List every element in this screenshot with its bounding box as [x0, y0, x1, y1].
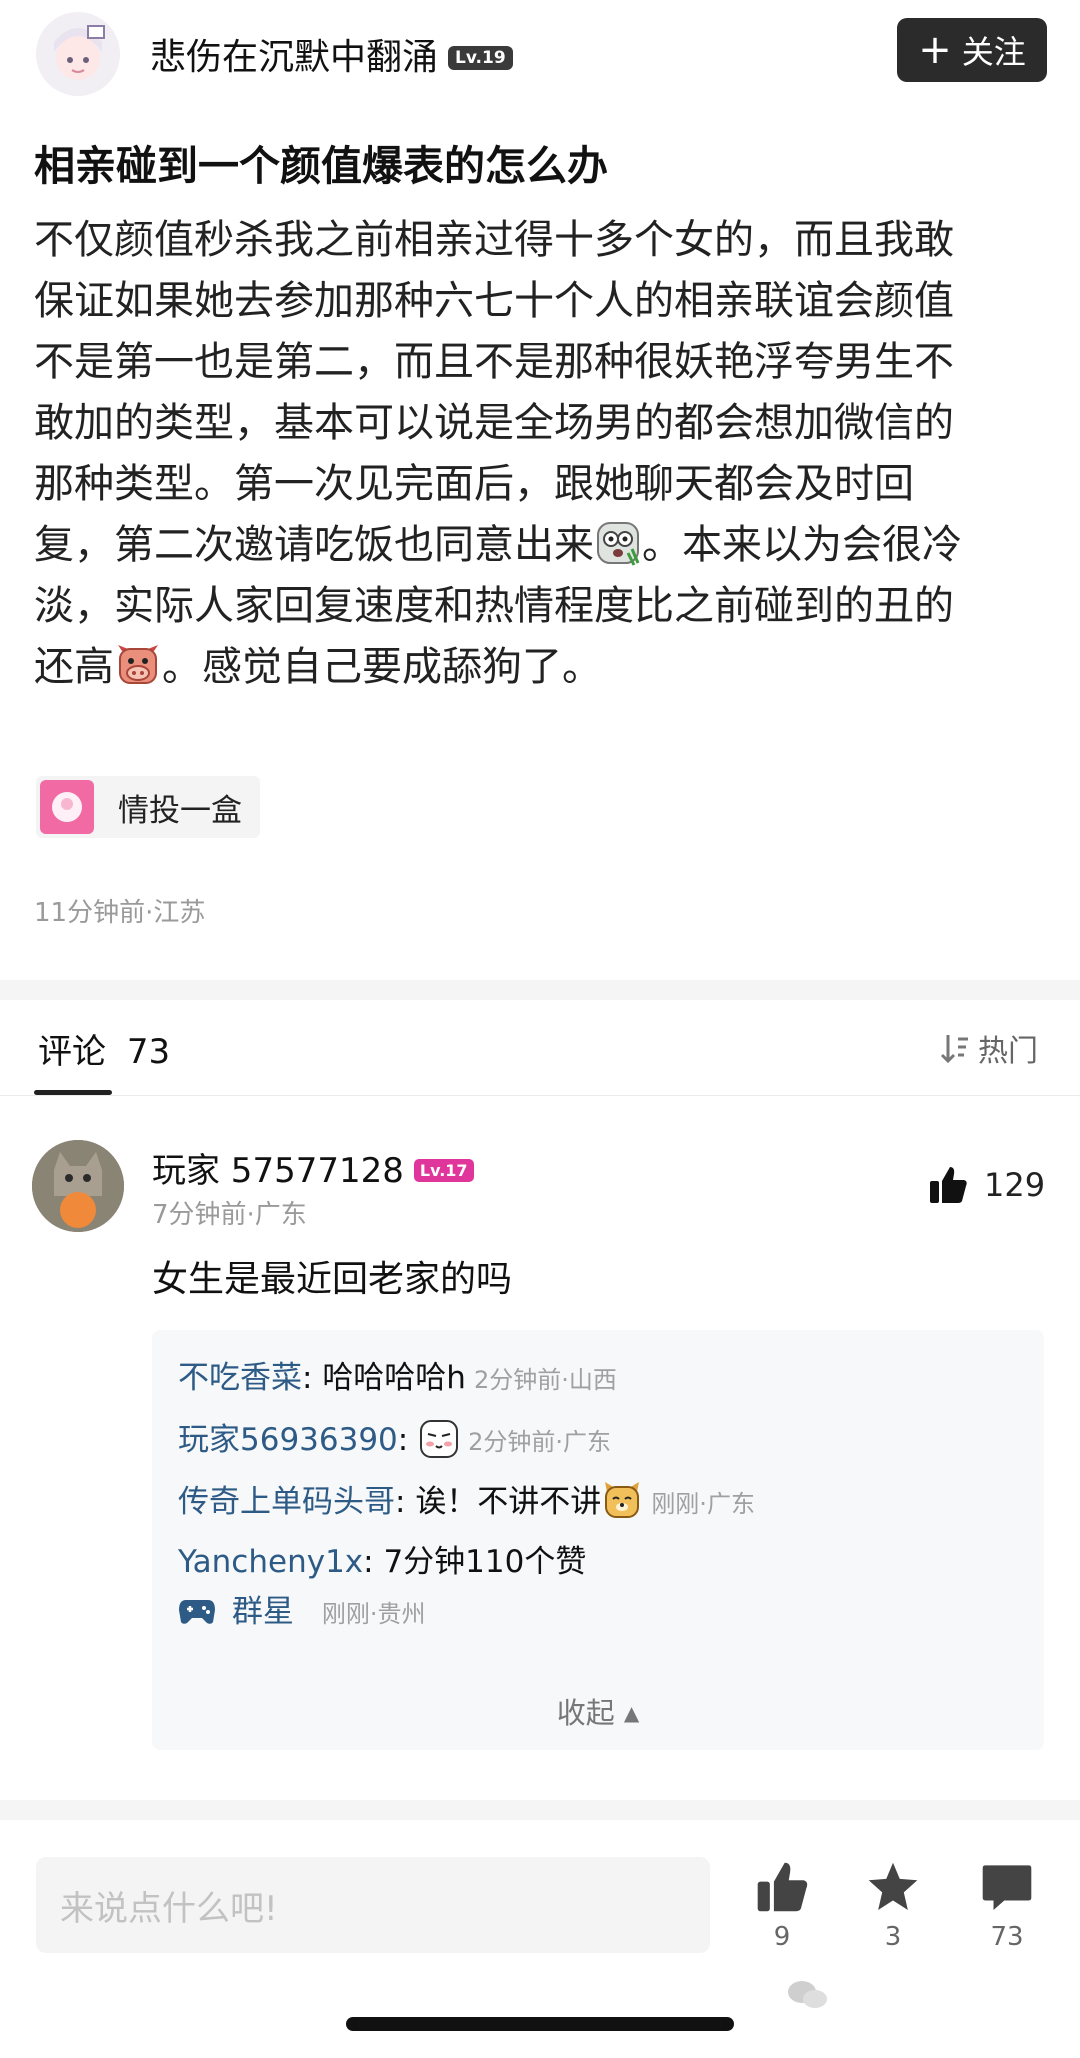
cow-face-emoji-icon [118, 645, 158, 684]
commenter-level-badge: Lv.17 [413, 1159, 474, 1182]
author-name[interactable]: 悲伤在沉默中翻涌 [150, 37, 438, 78]
post-line: 不是第一也是第二，而且不是那种很妖艳浮夸男生不 [34, 339, 954, 385]
tab-comments-label: 评论 [38, 1032, 106, 1072]
reply-text: 哈哈哈哈h [322, 1360, 466, 1396]
reply-separator: : [397, 1422, 419, 1458]
comment-like-count: 129 [984, 1166, 1046, 1204]
post-line: 淡，实际人家回复速度和热情程度比之前碰到的丑的 [34, 583, 954, 629]
comment-like-button[interactable]: 129 [928, 1165, 1045, 1205]
post-line: 敢加的类型，基本可以说是全场男的都会想加微信的 [34, 400, 954, 446]
thumbs-up-icon [757, 1862, 808, 1912]
reply-item[interactable]: 群星 刚刚·贵州 [178, 1586, 426, 1631]
reply-separator: : [363, 1544, 384, 1580]
reply-author[interactable]: 玩家56936390 [178, 1422, 398, 1458]
dog-face-emoji-icon [605, 1482, 640, 1518]
post-line: 不仅颜值秒杀我之前相亲过得十多个女的，而且我敢 [34, 217, 954, 263]
reply-time: 2分钟前·广东 [468, 1428, 612, 1456]
post-like-button[interactable]: 9 [737, 1860, 827, 1952]
star-icon [868, 1862, 918, 1910]
reply-time: 刚刚·贵州 [321, 1600, 426, 1628]
topic-thumbnail-icon [40, 780, 94, 834]
author-name-row[interactable]: 悲伤在沉默中翻涌 Lv.19 [150, 28, 513, 80]
reply-item[interactable]: 不吃香菜: 哈哈哈哈h 2分钟前·山西 [178, 1352, 617, 1397]
reply-time: 刚刚·广东 [651, 1490, 755, 1518]
reply-item[interactable]: 玩家56936390: 2分钟前·广东 [178, 1414, 611, 1460]
comment-bubble-icon [982, 1865, 1032, 1910]
sort-hot-button[interactable]: 热门 [938, 1026, 1038, 1070]
collapse-replies-button[interactable]: 收起 ▲ [152, 1690, 1044, 1732]
commenter-name[interactable]: 玩家 57577128 [152, 1151, 404, 1191]
post-body: 不仅颜值秒杀我之前相亲过得十多个女的，而且我敢 保证如果她去参加那种六七十个人的… [34, 210, 1044, 698]
comment-button[interactable]: 73 [962, 1860, 1052, 1952]
reply-item[interactable]: Yancheny1x: 7分钟110个赞 [178, 1536, 586, 1581]
post-line-part: 。感觉自己要成舔狗了。 [162, 644, 602, 690]
sort-icon [940, 1035, 968, 1064]
topic-tag[interactable]: 情投一盒 [36, 776, 260, 838]
sort-label: 热门 [978, 1034, 1038, 1069]
follow-label: 关注 [961, 33, 1026, 71]
comment-input[interactable]: 来说点什么吧! [36, 1857, 710, 1953]
author-level-badge: Lv.19 [448, 46, 513, 70]
post-line: 复，第二次邀请吃饭也同意出来 。本来以为会很冷 [34, 515, 1044, 576]
reply-author[interactable]: 传奇上单码头哥 [178, 1484, 395, 1520]
comment-meta: 7分钟前·广东 [152, 1200, 307, 1230]
reply-time: 2分钟前·山西 [473, 1366, 617, 1394]
reply-author[interactable]: 群星 [232, 1594, 294, 1630]
reply-text: 诶！不讲不讲 [415, 1484, 602, 1520]
author-avatar[interactable] [36, 12, 120, 96]
thumbs-up-icon [930, 1167, 967, 1203]
post-title: 相亲碰到一个颜值爆表的怎么办 [34, 142, 608, 190]
follow-button[interactable]: + 关注 [897, 18, 1047, 82]
commenter-name-row[interactable]: 玩家 57577128 Lv.17 [152, 1143, 474, 1192]
surprised-face-emoji-icon [597, 522, 640, 566]
comment-count: 73 [990, 1922, 1024, 1952]
favorite-button[interactable]: 3 [848, 1860, 938, 1952]
blushing-face-emoji-icon [420, 1420, 459, 1458]
post-line: 还高 。感觉自己要成舔狗了。 [34, 637, 1044, 698]
plus-icon: + [918, 27, 952, 73]
comment-text: 女生是最近回老家的吗 [152, 1259, 513, 1300]
tab-comments-count: 73 [126, 1032, 171, 1072]
reply-separator: : [302, 1360, 323, 1396]
wechat-watermark [786, 1978, 830, 2018]
reply-text: 7分钟110个赞 [383, 1544, 587, 1580]
reply-author[interactable]: Yancheny1x [178, 1544, 363, 1580]
caret-up-icon: ▲ [623, 1701, 640, 1725]
home-indicator[interactable] [346, 2017, 734, 2031]
post-meta: 11分钟前·江苏 [34, 898, 206, 928]
post-line-part: 还高 [34, 644, 114, 690]
commenter-avatar[interactable] [32, 1140, 124, 1232]
reply-item[interactable]: 传奇上单码头哥: 诶！不讲不讲 刚刚·广东 [178, 1476, 755, 1522]
bottom-divider [0, 1800, 1080, 1820]
wechat-icon [788, 1981, 827, 2008]
reply-author[interactable]: 不吃香菜 [178, 1360, 302, 1396]
section-divider [0, 980, 1080, 1000]
post-line: 那种类型。第一次见完面后，跟她聊天都会及时回 [34, 461, 914, 507]
gamepad-icon [179, 1600, 215, 1624]
divider [0, 1095, 1080, 1096]
post-line: 保证如果她去参加那种六七十个人的相亲联谊会颜值 [34, 278, 954, 324]
favorite-count: 3 [884, 1922, 902, 1952]
post-like-count: 9 [773, 1922, 791, 1952]
comment-input-placeholder: 来说点什么吧! [60, 1888, 278, 1929]
topic-label: 情投一盒 [118, 792, 242, 829]
collapse-label: 收起 [556, 1696, 615, 1730]
tab-comments[interactable]: 评论 73 [38, 1024, 170, 1073]
replies-panel: 不吃香菜: 哈哈哈哈h 2分钟前·山西 玩家56936390: 2分钟前·广东 传… [152, 1330, 1044, 1750]
post-line-part: 。本来以为会很冷 [642, 522, 962, 568]
reply-separator: : [395, 1484, 416, 1520]
post-line-part: 复，第二次邀请吃饭也同意出来 [34, 522, 594, 568]
